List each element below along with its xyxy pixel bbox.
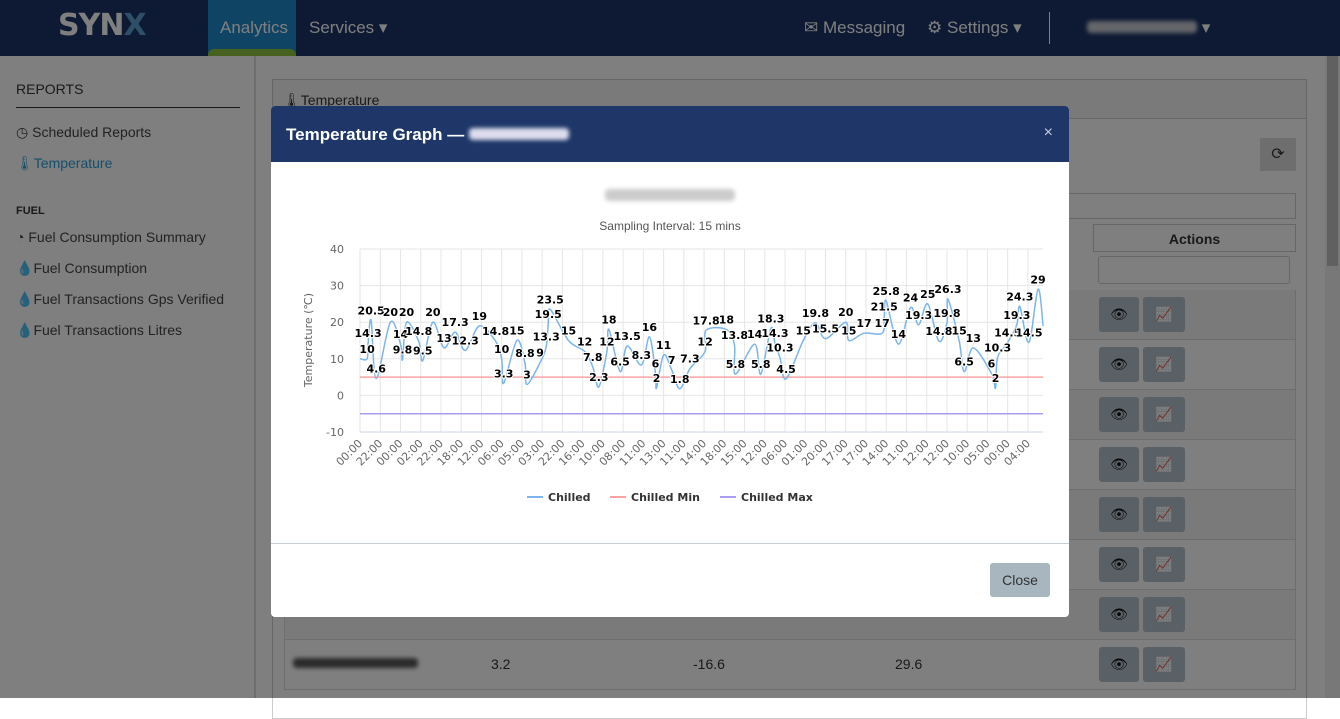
data-label: 18 xyxy=(719,314,734,327)
data-label: 20.5 xyxy=(358,304,385,317)
data-label: 14.8 xyxy=(925,325,952,338)
data-label: 20 xyxy=(838,306,854,319)
data-label: 14.8 xyxy=(405,325,432,338)
data-label: 1.8 xyxy=(670,373,690,386)
close-button[interactable]: Close xyxy=(990,563,1050,597)
data-label: 13.5 xyxy=(614,330,641,343)
data-label: 6 xyxy=(988,357,996,370)
y-axis-title: Temperature (℃) xyxy=(302,293,315,388)
data-label: 24 xyxy=(903,292,919,305)
data-label: 15 xyxy=(951,325,966,338)
data-label: 14.3 xyxy=(761,327,788,340)
data-label: 9.5 xyxy=(413,345,433,358)
data-label: 10.3 xyxy=(766,342,793,355)
data-label: 20 xyxy=(399,306,415,319)
legend-item[interactable]: Chilled Min xyxy=(631,491,700,504)
legend-item[interactable]: Chilled xyxy=(548,491,591,504)
data-label: 6.5 xyxy=(954,356,974,369)
data-label: 14.3 xyxy=(355,327,382,340)
data-label: 21.5 xyxy=(871,301,898,314)
data-label: 13 xyxy=(436,332,451,345)
data-label: 17 xyxy=(875,317,890,330)
data-label: 9.8 xyxy=(393,344,413,357)
data-label: 4.6 xyxy=(366,363,386,376)
temperature-graph-modal: Temperature Graph — × Sampling Interval:… xyxy=(271,106,1069,617)
y-tick-label: 20 xyxy=(330,316,344,329)
data-label: 10.3 xyxy=(984,342,1011,355)
data-label: 19.3 xyxy=(1003,309,1030,322)
data-label: 8.8 xyxy=(515,347,535,360)
data-label: 15 xyxy=(841,325,856,338)
data-label: 12.3 xyxy=(452,334,479,347)
data-label: 4.5 xyxy=(776,363,796,376)
data-label: 18.3 xyxy=(757,312,784,325)
data-label: 5.8 xyxy=(751,358,771,371)
data-label: 14.5 xyxy=(1015,326,1042,339)
data-label: 10 xyxy=(359,343,375,356)
y-tick-label: 0 xyxy=(337,389,344,402)
data-label: 19 xyxy=(472,310,487,323)
data-label: 12 xyxy=(577,335,592,348)
data-label: 17.8 xyxy=(693,314,720,327)
data-label: 20 xyxy=(425,306,441,319)
data-label: 3 xyxy=(523,368,531,381)
data-label: 2 xyxy=(992,372,1000,385)
data-label: 14 xyxy=(747,328,763,341)
y-tick-label: -10 xyxy=(326,426,344,439)
data-label: 2 xyxy=(653,372,661,385)
data-label: 19.3 xyxy=(905,309,932,322)
data-label: 6 xyxy=(652,357,660,370)
modal-footer-divider xyxy=(271,543,1069,544)
data-label: 20 xyxy=(383,306,399,319)
y-tick-label: 10 xyxy=(330,353,344,366)
data-label: 19.8 xyxy=(933,307,960,320)
data-label: 13.3 xyxy=(533,331,560,344)
data-label: 13.8 xyxy=(721,329,748,342)
data-label: 14 xyxy=(891,328,907,341)
data-label: 2.3 xyxy=(589,371,609,384)
data-label: 17.3 xyxy=(442,316,469,329)
temperature-chart: 403020100-1000:0022:0000:0002:0022:0018:… xyxy=(302,243,1047,504)
data-label: 11 xyxy=(656,339,671,352)
data-label: 19.5 xyxy=(535,308,562,321)
data-label: 15 xyxy=(509,325,524,338)
data-label: 7 xyxy=(668,354,676,367)
data-label: 12 xyxy=(697,335,712,348)
data-label: 9 xyxy=(536,346,544,359)
data-label: 18 xyxy=(601,314,616,327)
data-label: 25.8 xyxy=(873,285,900,298)
data-label: 17 xyxy=(856,317,871,330)
data-label: 13 xyxy=(966,332,981,345)
data-label: 26.3 xyxy=(934,283,961,296)
data-label: 8.3 xyxy=(632,349,652,362)
data-label: 5.8 xyxy=(726,358,746,371)
legend-item[interactable]: Chilled Max xyxy=(741,491,813,504)
data-label: 29 xyxy=(1030,273,1045,286)
data-label: 6.5 xyxy=(610,356,630,369)
data-label: 25 xyxy=(920,288,935,301)
data-label: 24.3 xyxy=(1006,290,1033,303)
data-label: 3.3 xyxy=(494,367,514,380)
data-label: 16 xyxy=(642,321,658,334)
data-label: 7.8 xyxy=(583,351,603,364)
data-label: 7.3 xyxy=(680,353,700,366)
y-tick-label: 40 xyxy=(330,243,344,256)
data-label: 15 xyxy=(796,325,811,338)
data-label: 15.5 xyxy=(812,323,839,336)
data-label: 14.8 xyxy=(482,325,509,338)
data-label: 23.5 xyxy=(537,293,564,306)
data-label: 10 xyxy=(494,343,510,356)
y-tick-label: 30 xyxy=(330,280,344,293)
data-label: 12 xyxy=(599,335,614,348)
data-label: 19.8 xyxy=(802,307,829,320)
data-label: 15 xyxy=(561,325,576,338)
